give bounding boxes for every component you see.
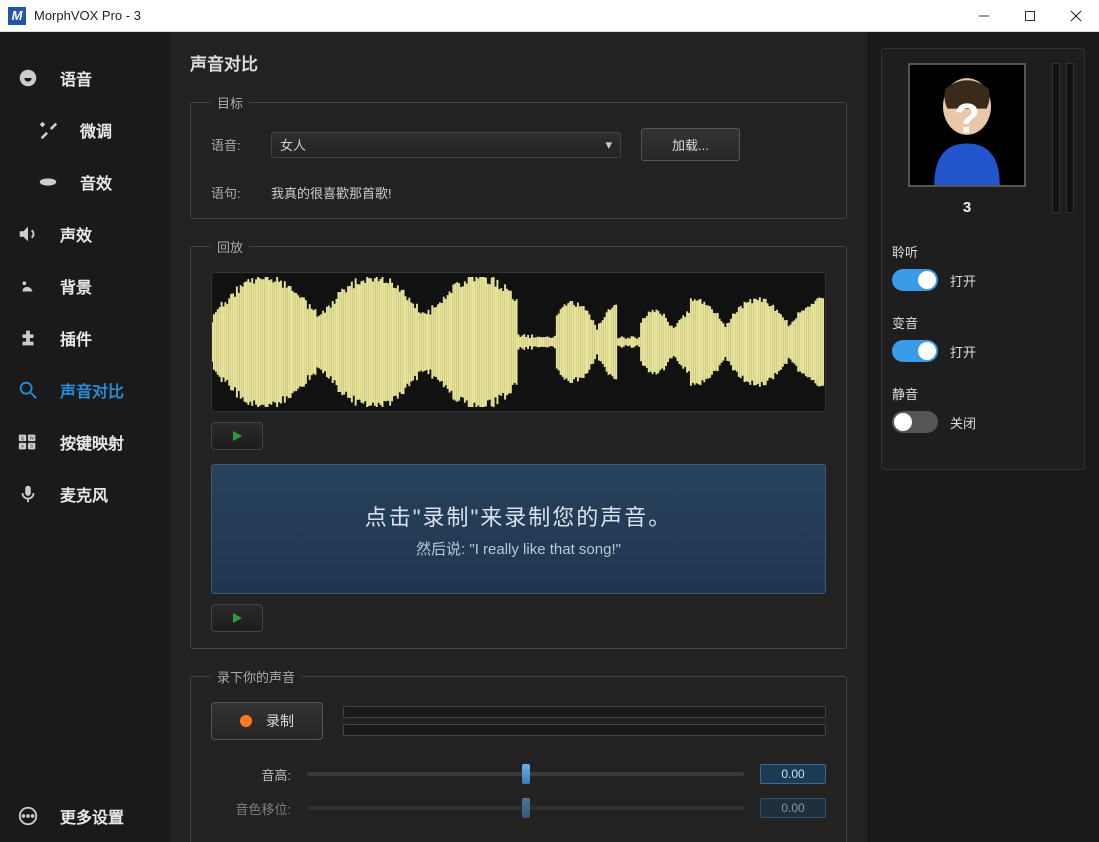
playback-fieldset: 回放 点击"录制"来录制您的声音。 然后说: "I really like th… — [190, 237, 847, 649]
pitch-label: 音高: — [211, 765, 291, 784]
shift-label: 音色移位: — [211, 799, 291, 818]
titlebar: M MorphVOX Pro - 3 — [0, 0, 1099, 32]
sidebar-item-tune[interactable]: 微调 — [0, 104, 170, 156]
sidebar-item-effects[interactable]: 音效 — [0, 156, 170, 208]
target-fieldset: 目标 语音: 女人 ▾ 加载... 语句: 我真的很喜歡那首歌! — [190, 93, 847, 219]
sidebar-label: 声效 — [60, 222, 92, 246]
sidebar-label: 语音 — [60, 66, 92, 90]
toggle-listen[interactable] — [892, 269, 938, 291]
sound-icon — [14, 223, 42, 245]
sidebar-label: 按键映射 — [60, 430, 124, 454]
profile-name: 3 — [963, 199, 971, 216]
level-bar-1 — [343, 706, 826, 718]
toggle-morph-label: 变音 — [892, 313, 1074, 332]
sidebar-item-sound[interactable]: 声效 — [0, 208, 170, 260]
avatar: ? — [908, 63, 1026, 187]
toggle-mute-label: 静音 — [892, 384, 1074, 403]
voice-value: 女人 — [280, 135, 306, 154]
minimize-button[interactable] — [961, 1, 1007, 31]
record-legend: 录下你的声音 — [211, 667, 301, 686]
hint-line1: 点击"录制"来录制您的声音。 — [365, 500, 673, 532]
voice-dropdown[interactable]: 女人 ▾ — [271, 132, 621, 158]
record-fieldset: 录下你的声音 录制 音高: 0.00 — [190, 667, 847, 842]
sidebar-label: 音效 — [80, 170, 112, 194]
app-window: M MorphVOX Pro - 3 语音 微调 — [0, 0, 1099, 842]
toggle-morph-state: 打开 — [950, 342, 976, 361]
app-icon: M — [8, 7, 26, 25]
hint-line2: 然后说: "I really like that song!" — [416, 538, 621, 559]
sidebar-item-mic[interactable]: 麦克风 — [0, 468, 170, 520]
toggle-mute-state: 关闭 — [950, 413, 976, 432]
sidebar-label: 更多设置 — [60, 804, 124, 828]
pitch-slider[interactable] — [307, 772, 744, 776]
sentence-value: 我真的很喜歡那首歌! — [271, 183, 392, 202]
sidebar-label: 背景 — [60, 274, 92, 298]
toggle-mute[interactable] — [892, 411, 938, 433]
profile-panel: ? 3 聆听 打开 变音 — [881, 48, 1085, 470]
play-target-button[interactable] — [211, 422, 263, 450]
target-legend: 目标 — [211, 93, 249, 112]
shift-value: 0.00 — [760, 798, 826, 818]
background-icon — [14, 275, 42, 297]
target-waveform — [211, 272, 826, 412]
toggle-listen-label: 聆听 — [892, 242, 1074, 261]
tune-icon — [34, 119, 62, 141]
shift-slider[interactable] — [307, 806, 744, 810]
load-button[interactable]: 加载... — [641, 128, 740, 161]
sentence-label: 语句: — [211, 183, 271, 202]
sidebar-label: 微调 — [80, 118, 112, 142]
level-meter-2 — [1066, 63, 1074, 213]
sidebar-label: 声音对比 — [60, 378, 124, 402]
svg-text:W: W — [30, 435, 35, 440]
sidebar-label: 插件 — [60, 326, 92, 350]
chevron-down-icon: ▾ — [605, 137, 612, 153]
voice-label: 语音: — [211, 135, 271, 154]
pitch-value: 0.00 — [760, 764, 826, 784]
record-hint: 点击"录制"来录制您的声音。 然后说: "I really like that … — [211, 464, 826, 594]
level-bar-2 — [343, 724, 826, 736]
more-icon — [14, 805, 42, 827]
playback-legend: 回放 — [211, 237, 249, 256]
svg-text:S: S — [30, 444, 33, 449]
search-icon — [14, 379, 42, 401]
lips-icon — [34, 171, 62, 193]
sidebar-label: 麦克风 — [60, 482, 108, 506]
sidebar-item-plugin[interactable]: 插件 — [0, 312, 170, 364]
voice-icon — [14, 67, 42, 89]
sidebar-item-more[interactable]: 更多设置 — [0, 790, 170, 842]
sidebar-item-compare[interactable]: 声音对比 — [0, 364, 170, 416]
svg-text:Q: Q — [21, 435, 25, 440]
sidebar-item-voice[interactable]: 语音 — [0, 52, 170, 104]
sidebar-item-keymap[interactable]: QWAS 按键映射 — [0, 416, 170, 468]
maximize-button[interactable] — [1007, 1, 1053, 31]
toggle-morph[interactable] — [892, 340, 938, 362]
play-user-button[interactable] — [211, 604, 263, 632]
level-meter-1 — [1052, 63, 1060, 213]
main-panel: 声音对比 目标 语音: 女人 ▾ 加载... 语句: 我真的很喜歡那首歌! — [170, 32, 867, 842]
record-dot-icon — [240, 715, 252, 727]
close-button[interactable] — [1053, 1, 1099, 31]
page-title: 声音对比 — [190, 50, 847, 75]
record-button[interactable]: 录制 — [211, 702, 323, 740]
window-title: MorphVOX Pro - 3 — [34, 8, 961, 23]
keymap-icon: QWAS — [14, 431, 42, 453]
record-button-label: 录制 — [266, 711, 294, 731]
sidebar-item-background[interactable]: 背景 — [0, 260, 170, 312]
sidebar: 语音 微调 音效 声效 背景 插件 — [0, 32, 170, 842]
svg-text:?: ? — [954, 95, 979, 142]
right-sidebar: ? 3 聆听 打开 变音 — [867, 32, 1099, 842]
toggle-listen-state: 打开 — [950, 271, 976, 290]
plugin-icon — [14, 327, 42, 349]
mic-icon — [14, 483, 42, 505]
